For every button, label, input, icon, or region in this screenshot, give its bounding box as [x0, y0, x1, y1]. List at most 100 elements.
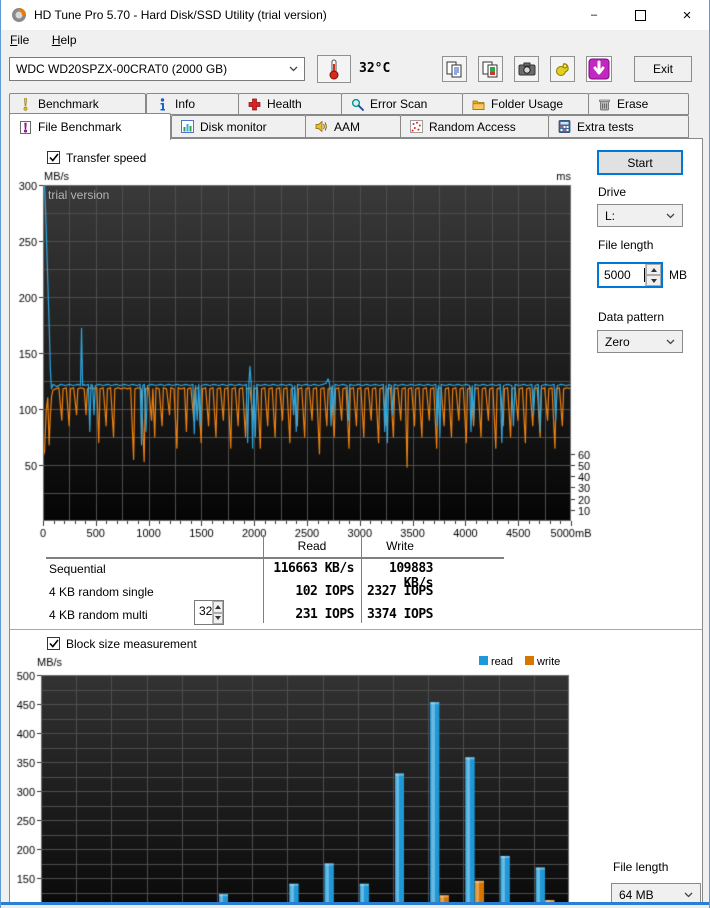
error-scan-icon: [351, 98, 364, 111]
data-pattern-value: Zero: [605, 334, 630, 349]
tab-random-access[interactable]: Random Access: [400, 115, 549, 138]
random-multi-write-value: 3374 IOPS: [367, 607, 433, 622]
copy-image-icon: [482, 61, 498, 77]
tab-label: Folder Usage: [491, 97, 564, 111]
tab-label: AAM: [334, 119, 361, 134]
data-pattern-dropdown[interactable]: Zero: [597, 330, 683, 353]
chevron-down-icon: [684, 892, 693, 897]
tab-label: Random Access: [429, 119, 516, 134]
tab-label: Info: [175, 97, 196, 111]
legend-item-write: write: [525, 656, 560, 668]
row-label-random-single: 4 KB random single: [49, 585, 154, 599]
tab-info[interactable]: Info: [146, 93, 239, 115]
camera-icon: [518, 62, 535, 76]
erase-icon: [599, 99, 610, 110]
drive-label: Drive: [598, 185, 627, 199]
copy-text-button[interactable]: [442, 56, 467, 82]
trial-watermark: trial version: [48, 188, 110, 202]
app-icon: [12, 8, 26, 22]
download-button[interactable]: [586, 56, 612, 82]
tab-extra-tests[interactable]: Extra tests: [548, 115, 689, 138]
legend-item-read: read: [479, 656, 513, 668]
read-swatch-icon: [479, 656, 488, 665]
drive-select-value: WDC WD20SPZX-00CRAT0 (2000 GB): [16, 62, 228, 76]
tab-folder-usage[interactable]: Folder Usage: [462, 93, 589, 115]
tab-erase[interactable]: Erase: [588, 93, 689, 115]
folder-icon: [472, 100, 485, 110]
close-icon: ×: [682, 6, 692, 24]
tab-error-scan[interactable]: Error Scan: [341, 93, 463, 115]
window-title: HD Tune Pro 5.70 - Hard Disk/SSD Utility…: [34, 8, 327, 22]
spin-up-button[interactable]: [213, 601, 223, 613]
legend-read-label: read: [491, 656, 514, 668]
thermometer-icon: [329, 59, 339, 80]
data-pattern-label: Data pattern: [598, 310, 665, 324]
random-multi-read-value: 231 IOPS: [295, 607, 354, 622]
row-label-random-multi: 4 KB random multi: [49, 608, 148, 622]
chevron-down-icon: [666, 213, 675, 218]
maximize-icon: [634, 9, 646, 21]
temperature-value: 32°C: [359, 61, 391, 76]
spin-down-button[interactable]: [646, 275, 661, 286]
random-access-icon: [410, 120, 423, 133]
queue-depth-spinner[interactable]: 32: [194, 600, 224, 625]
arrow-up-icon: [650, 267, 657, 272]
table-header-rule: [46, 557, 504, 559]
exit-button[interactable]: Exit: [634, 56, 692, 82]
minimize-icon: –: [590, 9, 598, 21]
queue-depth-value: 32: [199, 604, 213, 618]
transfer-speed-checkbox[interactable]: [47, 151, 60, 164]
spin-up-button[interactable]: [646, 264, 661, 275]
file-length-unit: MB: [669, 268, 687, 282]
menu-bar: File Help: [1, 30, 709, 52]
close-button[interactable]: ×: [663, 0, 709, 30]
minimize-button[interactable]: –: [571, 0, 617, 30]
arrow-down-icon: [650, 278, 657, 283]
drive-select[interactable]: WDC WD20SPZX-00CRAT0 (2000 GB): [9, 57, 305, 81]
file-length-label: File length: [598, 238, 654, 252]
drive-dropdown[interactable]: L:: [597, 204, 683, 227]
write-swatch-icon: [525, 656, 535, 665]
transfer-speed-chart: [9, 166, 609, 546]
menu-help[interactable]: Help: [43, 30, 86, 50]
tab-label: Health: [267, 97, 302, 111]
app-window: HD Tune Pro 5.70 - Hard Disk/SSD Utility…: [0, 0, 710, 908]
random-single-read-value: 102 IOPS: [295, 584, 354, 599]
tab-label: File Benchmark: [38, 120, 122, 134]
file-length2-label: File length: [613, 860, 669, 874]
chevron-down-icon: [666, 339, 675, 344]
chart-legend: read write: [479, 656, 560, 668]
tab-label: Benchmark: [38, 97, 99, 111]
file-length2-value: 64 MB: [619, 887, 654, 902]
write-column-header: Write: [386, 539, 414, 553]
tab-health[interactable]: Health: [238, 93, 342, 115]
start-button[interactable]: Start: [597, 150, 683, 175]
file-length-value: 5000: [604, 268, 631, 282]
row-label-sequential: Sequential: [49, 562, 106, 576]
tab-disk-monitor[interactable]: Disk monitor: [171, 115, 306, 138]
screenshot-button[interactable]: [514, 56, 539, 82]
disk-monitor-icon: [181, 120, 194, 133]
block-size-chart: [9, 648, 609, 908]
benchmark-icon: [23, 97, 28, 111]
tab-file-benchmark[interactable]: File Benchmark: [9, 113, 171, 140]
spin-down-button[interactable]: [213, 612, 223, 624]
chevron-down-icon: [289, 66, 298, 72]
temperature-button[interactable]: [317, 55, 351, 83]
file-length-input[interactable]: 5000: [597, 262, 663, 288]
title-bar: HD Tune Pro 5.70 - Hard Disk/SSD Utility…: [1, 0, 709, 30]
arrow-down-icon: [215, 616, 222, 621]
read-column-header: Read: [297, 539, 327, 553]
legend-write-label: write: [537, 656, 561, 668]
drive-dropdown-value: L:: [605, 208, 616, 223]
checkmark-icon: [48, 639, 59, 648]
maximize-button[interactable]: [617, 0, 663, 30]
arrow-up-icon: [215, 604, 222, 609]
tab-benchmark[interactable]: Benchmark: [9, 93, 146, 115]
copy-image-button[interactable]: [478, 56, 503, 82]
hand-button[interactable]: [550, 56, 575, 82]
extra-tests-icon: [558, 120, 571, 133]
menu-file[interactable]: File: [1, 30, 38, 50]
health-icon: [248, 98, 261, 110]
tab-aam[interactable]: AAM: [305, 115, 401, 138]
